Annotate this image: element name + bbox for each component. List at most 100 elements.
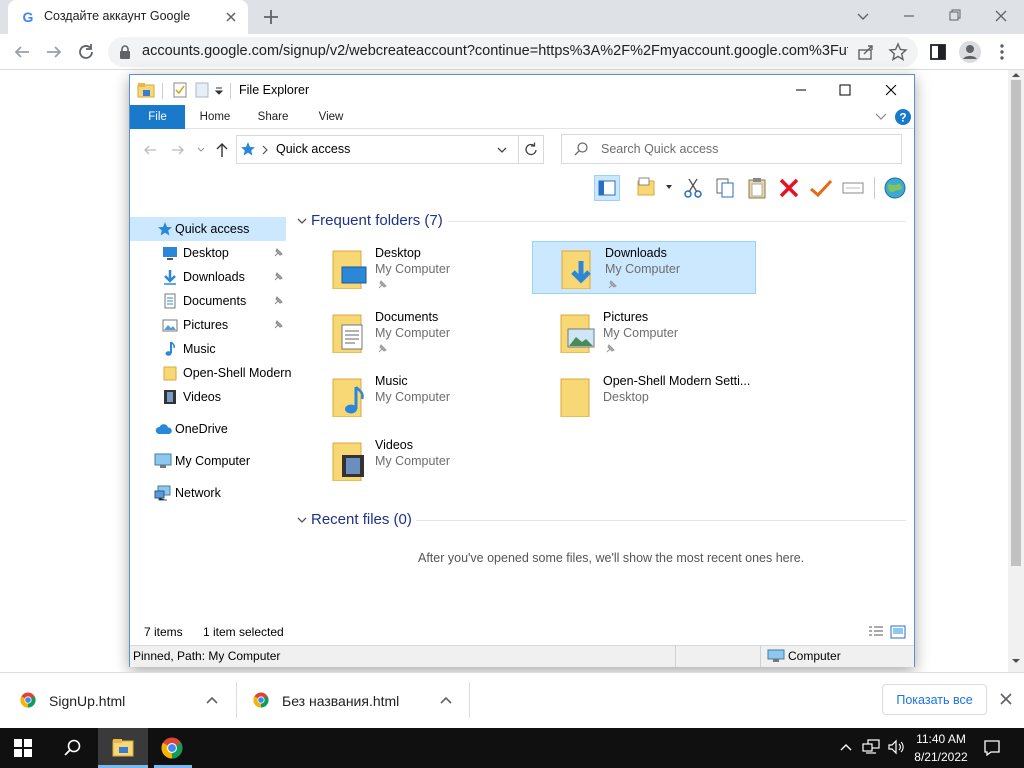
search-icon[interactable] <box>63 738 83 758</box>
minimize-icon[interactable] <box>886 4 932 28</box>
tab-close-icon[interactable] <box>222 8 240 26</box>
folder-tile-pictures[interactable]: Pictures My Computer <box>558 307 782 359</box>
desktop-folder-icon <box>330 245 368 289</box>
videos-film-icon <box>162 389 178 405</box>
url-text[interactable]: accounts.google.com/signup/v2/webcreatea… <box>142 43 848 59</box>
back-icon[interactable] <box>10 40 34 64</box>
item-count: 7 items <box>144 625 183 639</box>
qat-divider <box>230 83 231 99</box>
profile-avatar-icon[interactable] <box>958 40 982 64</box>
preview-pane-icon[interactable] <box>634 175 660 201</box>
address-dropdown-icon[interactable] <box>496 144 508 156</box>
folder-tile-documents[interactable]: Documents My Computer <box>330 307 554 359</box>
sidebar-item-onedrive[interactable]: OneDrive <box>130 417 286 441</box>
lock-icon[interactable] <box>118 44 132 60</box>
notification-center-icon[interactable] <box>983 739 1001 757</box>
up-icon[interactable] <box>214 141 230 159</box>
selection-count: 1 item selected <box>203 625 284 639</box>
network-tray-icon[interactable] <box>862 739 880 755</box>
tab-view[interactable]: View <box>308 105 354 129</box>
details-view-icon[interactable] <box>868 625 884 639</box>
taskbar-file-explorer[interactable] <box>98 728 148 768</box>
tab-home[interactable]: Home <box>192 105 238 129</box>
sidebar-item-music[interactable]: Music <box>130 337 286 361</box>
page-scrollbar-thumb[interactable] <box>1011 80 1021 566</box>
restore-icon[interactable] <box>932 4 978 28</box>
folder-tile-music[interactable]: Music My Computer <box>330 371 554 423</box>
breadcrumb-chevron-icon[interactable] <box>261 145 269 155</box>
explorer-minimize-icon[interactable] <box>790 79 812 101</box>
tab-search-icon[interactable] <box>840 4 886 28</box>
cut-icon[interactable] <box>680 175 706 201</box>
reload-icon[interactable] <box>74 40 98 64</box>
tab-share[interactable]: Share <box>250 105 296 129</box>
volume-icon[interactable] <box>887 739 905 755</box>
clock-date[interactable]: 8/21/2022 <box>910 750 972 764</box>
frequent-folders-header[interactable]: Frequent folders (7) <box>311 212 443 229</box>
recent-locations-icon[interactable] <box>196 145 206 155</box>
folder-tile-videos[interactable]: Videos My Computer <box>330 435 554 487</box>
help-icon[interactable]: ? <box>894 108 912 126</box>
folder-tile-open-shell[interactable]: Open-Shell Modern Setti... Desktop <box>558 371 782 423</box>
forward-icon[interactable] <box>42 40 66 64</box>
copy-icon[interactable] <box>712 175 738 201</box>
computer-icon <box>767 649 785 663</box>
folder-tile-desktop[interactable]: Desktop My Computer <box>330 243 554 295</box>
download-item[interactable]: Без названия.html <box>237 672 469 728</box>
sidebar-item-pictures[interactable]: Pictures <box>130 313 286 337</box>
large-icons-view-icon[interactable] <box>890 625 906 639</box>
show-all-button[interactable]: Показать все <box>882 684 987 715</box>
collapse-frequent-icon[interactable] <box>296 215 308 227</box>
show-hidden-icons-chevron-icon[interactable] <box>839 741 853 753</box>
sidebar-item-videos[interactable]: Videos <box>130 385 286 409</box>
svg-text:?: ? <box>899 111 906 125</box>
close-window-icon[interactable] <box>978 4 1024 28</box>
qat-dropdown-icon[interactable] <box>214 86 224 96</box>
sidebar-item-quick-access[interactable]: Quick access <box>130 217 286 241</box>
group-divider <box>448 221 906 222</box>
sidebar-item-documents[interactable]: Documents <box>130 289 286 313</box>
address-text[interactable]: Quick access <box>276 142 350 156</box>
sidebar-item-network[interactable]: Network <box>130 481 286 505</box>
properties-icon[interactable] <box>172 82 188 98</box>
refresh-button[interactable] <box>518 135 544 164</box>
explorer-forward-icon[interactable] <box>170 142 186 158</box>
folder-location: My Computer <box>375 454 451 468</box>
folder-tile-downloads[interactable]: Downloads My Computer <box>532 241 756 294</box>
delete-icon[interactable] <box>776 175 802 201</box>
ribbon-expand-icon[interactable] <box>874 111 888 123</box>
recent-files-header[interactable]: Recent files (0) <box>311 511 412 528</box>
explorer-back-icon[interactable] <box>142 142 158 158</box>
scroll-up-icon[interactable] <box>1011 72 1021 78</box>
new-tab-icon[interactable] <box>260 6 282 28</box>
folder-location: My Computer <box>605 262 681 276</box>
tab-file[interactable]: File <box>130 105 185 129</box>
chrome-menu-icon[interactable] <box>992 42 1012 62</box>
sidebar-item-my-computer[interactable]: My Computer <box>130 449 286 473</box>
sidebar-item-desktop[interactable]: Desktop <box>130 241 286 265</box>
scroll-down-icon[interactable] <box>1011 658 1021 664</box>
close-shelf-icon[interactable] <box>998 691 1014 707</box>
chevron-up-icon[interactable] <box>438 694 454 706</box>
bookmark-star-icon[interactable] <box>888 42 908 62</box>
sidebar-item-downloads[interactable]: Downloads <box>130 265 286 289</box>
collapse-recent-icon[interactable] <box>296 514 308 526</box>
rename-icon[interactable] <box>840 175 866 201</box>
download-item[interactable]: SignUp.html <box>0 672 236 728</box>
paste-icon[interactable] <box>744 175 770 201</box>
checkmark-icon[interactable] <box>808 175 834 201</box>
chevron-up-icon[interactable] <box>204 694 220 706</box>
sidebar-item-open-shell[interactable]: Open-Shell Modern <box>130 361 291 385</box>
explorer-maximize-icon[interactable] <box>834 79 856 101</box>
windows-start-icon[interactable] <box>14 739 32 757</box>
new-folder-qat-icon[interactable] <box>194 82 210 98</box>
taskbar-chrome[interactable] <box>148 728 198 768</box>
share-icon[interactable] <box>856 42 876 62</box>
navigation-pane-icon[interactable] <box>594 175 620 201</box>
globe-icon[interactable] <box>882 175 908 201</box>
side-panel-icon[interactable] <box>928 42 948 62</box>
folder-location: My Computer <box>375 326 451 340</box>
explorer-close-icon[interactable] <box>880 79 902 101</box>
toolbar-dropdown-icon[interactable] <box>665 183 673 191</box>
clock-time[interactable]: 11:40 AM <box>913 732 969 746</box>
